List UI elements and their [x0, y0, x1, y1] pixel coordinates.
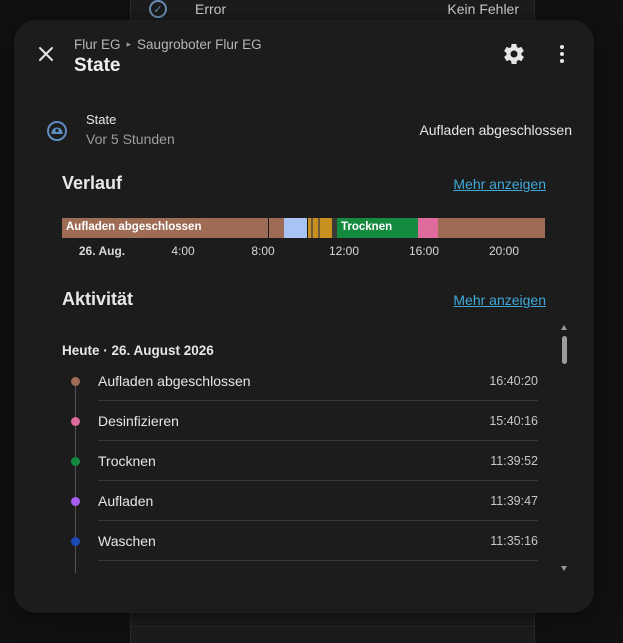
activity-item-time: 11:39:52 [490, 454, 538, 468]
axis-tick: 20:00 [488, 244, 520, 258]
timeline-segment[interactable] [284, 218, 307, 238]
timeline-segment[interactable] [320, 218, 332, 238]
activity-item[interactable]: Aufladen 11:39:47 [62, 481, 538, 521]
state-row: State Vor 5 Stunden Aufladen abgeschloss… [46, 110, 572, 150]
timeline-segment[interactable]: Aufladen abgeschlossen [62, 218, 268, 238]
settings-button[interactable] [502, 42, 526, 66]
activity-more-link[interactable]: Mehr anzeigen [453, 292, 546, 308]
state-last-changed: Vor 5 Stunden [86, 131, 175, 147]
activity-item-time: 11:39:47 [490, 494, 538, 508]
activity-item-time: 11:35:16 [490, 534, 538, 548]
state-name: State [86, 112, 117, 127]
axis-tick: 16:00 [408, 244, 440, 258]
activity-item[interactable]: Aufladen abgeschlossen 16:40:20 [62, 361, 538, 401]
more-options-button[interactable] [550, 42, 574, 66]
scroll-down-arrow-icon[interactable] [561, 566, 567, 571]
breadcrumb-area[interactable]: Flur EG [74, 37, 121, 52]
timeline-axis: 26. Aug. 4:00 8:00 12:00 16:00 20:00 [62, 244, 545, 260]
activity-list: Aufladen abgeschlossen 16:40:20 Desinfiz… [62, 361, 538, 561]
activity-item-name: Trocknen [98, 453, 156, 469]
background-row-label: Error [195, 1, 227, 17]
activity-item-time: 15:40:16 [489, 414, 538, 428]
timeline-segment[interactable] [438, 218, 545, 238]
timeline-segment[interactable] [269, 218, 284, 238]
close-button[interactable] [34, 42, 58, 66]
activity-item-name: Aufladen [98, 493, 154, 509]
dialog-title: State [74, 55, 121, 76]
activity-dot [71, 417, 80, 426]
timeline-segment[interactable]: Trocknen [337, 218, 418, 238]
activity-item-name: Aufladen abgeschlossen [98, 373, 251, 389]
history-timeline[interactable]: Aufladen abgeschlossen Trocknen [62, 218, 545, 238]
activity-divider [98, 560, 538, 561]
breadcrumb-device[interactable]: Saugroboter Flur EG [137, 37, 262, 52]
activity-dot [71, 457, 80, 466]
timeline-segment[interactable] [418, 218, 438, 238]
activity-item[interactable]: Trocknen 11:39:52 [62, 441, 538, 481]
activity-dot [71, 537, 80, 546]
activity-item[interactable]: Desinfizieren 15:40:16 [62, 401, 538, 441]
scrollbar-thumb[interactable] [562, 336, 567, 364]
history-more-link[interactable]: Mehr anzeigen [453, 176, 546, 192]
activity-item-name: Desinfizieren [98, 413, 179, 429]
breadcrumb: Flur EG ▸ Saugroboter Flur EG [74, 37, 262, 52]
check-circle-icon: ✓ [149, 0, 167, 18]
history-title: Verlauf [62, 173, 123, 193]
background-row-value: Kein Fehler [447, 1, 519, 17]
state-value: Aufladen abgeschlossen [419, 122, 572, 138]
activity-title: Aktivität [62, 289, 134, 309]
robot-vacuum-icon [47, 121, 67, 141]
timeline-segment-label: Aufladen abgeschlossen [66, 221, 202, 233]
activity-dot [71, 377, 80, 386]
timeline-segment-label: Trocknen [341, 221, 393, 233]
activity-day-header: Heute · 26. August 2026 [62, 343, 214, 358]
axis-tick: 12:00 [328, 244, 360, 258]
scroll-up-arrow-icon[interactable] [561, 325, 567, 330]
axis-tick: 4:00 [171, 244, 195, 258]
axis-tick: 26. Aug. [78, 244, 126, 258]
more-info-dialog: Flur EG ▸ Saugroboter Flur EG State Stat… [14, 20, 594, 613]
activity-item-time: 16:40:20 [489, 374, 538, 388]
background-error-row: ✓ Error Kein Fehler [149, 0, 519, 20]
breadcrumb-separator-icon: ▸ [126, 39, 132, 49]
dots-vertical-icon [560, 45, 564, 63]
gear-icon [504, 44, 524, 65]
activity-item[interactable]: Waschen 11:35:16 [62, 521, 538, 561]
activity-dot [71, 497, 80, 506]
background-divider [131, 626, 534, 627]
activity-item-name: Waschen [98, 533, 156, 549]
axis-tick: 8:00 [251, 244, 275, 258]
close-icon [39, 47, 53, 61]
